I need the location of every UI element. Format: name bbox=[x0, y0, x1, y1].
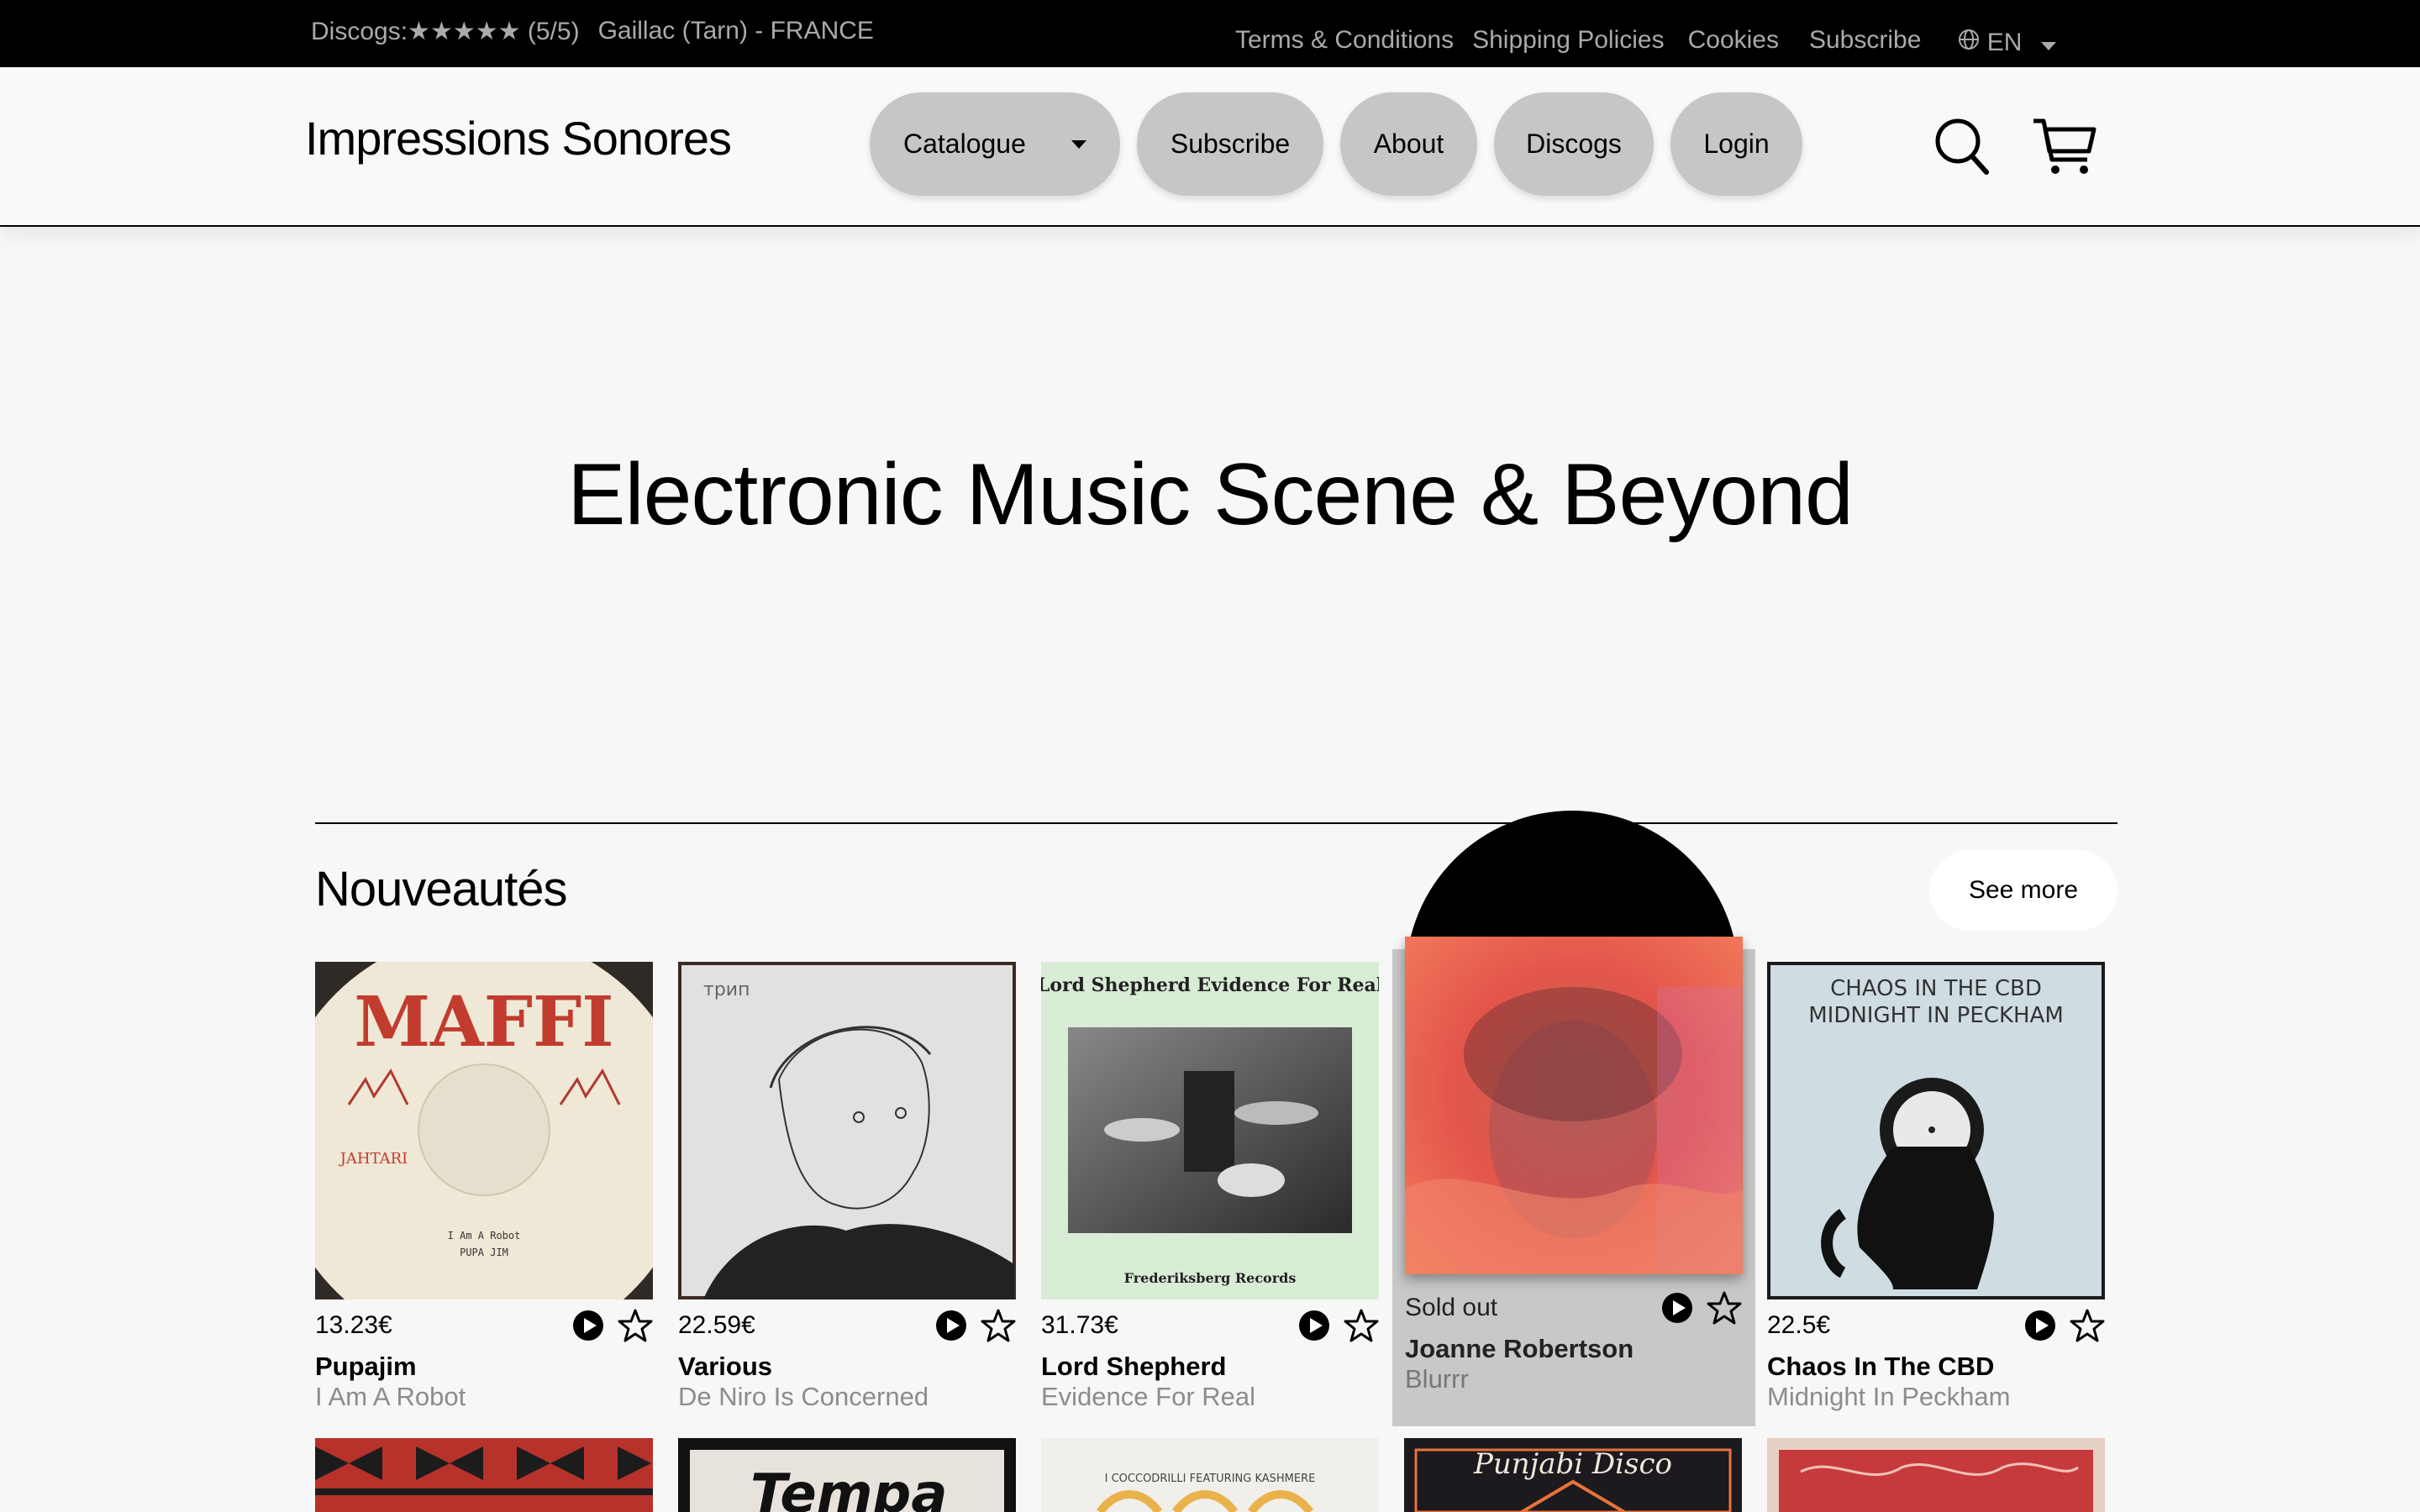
album-cover-image bbox=[315, 1438, 653, 1512]
top-bar-left: Discogs:★★★★★ (5/5) Gaillac (Tarn) - FRA… bbox=[311, 17, 874, 46]
product-card[interactable]: трип 22.59€ Various De Niro Is Concerned bbox=[678, 962, 1016, 1415]
product-title[interactable]: De Niro Is Concerned bbox=[678, 1382, 929, 1412]
terms-link[interactable]: Terms & Conditions bbox=[1235, 26, 1454, 55]
svg-text:трип: трип bbox=[703, 979, 750, 1000]
product-card-sold-out[interactable]: Sold out Joanne Robertson Blurrr bbox=[1392, 937, 1755, 1426]
album-cover-image: CHAOS IN THE CBD MIDNIGHT IN PECKHAM bbox=[1767, 962, 2105, 1299]
chevron-down-icon bbox=[1071, 139, 1086, 149]
globe-icon bbox=[1959, 29, 1980, 50]
brand-logo[interactable]: Impressions Sonores bbox=[305, 111, 732, 165]
product-artist[interactable]: Chaos In The CBD bbox=[1767, 1352, 1994, 1382]
top-bar: Discogs:★★★★★ (5/5) Gaillac (Tarn) - FRA… bbox=[0, 0, 2420, 67]
svg-text:CHAOS IN THE CBD: CHAOS IN THE CBD bbox=[1830, 976, 2042, 1001]
svg-text:MIDNIGHT IN PECKHAM: MIDNIGHT IN PECKHAM bbox=[1808, 1003, 2064, 1028]
product-price: 31.73€ bbox=[1041, 1311, 1118, 1339]
product-artist[interactable]: Lord Shepherd bbox=[1041, 1352, 1226, 1382]
star-icon[interactable] bbox=[2070, 1308, 2105, 1343]
record-label-image: MAFFI JAHTARI I Am A Robot PUPA JIM bbox=[315, 962, 653, 1299]
svg-text:JAHTARI: JAHTARI bbox=[339, 1150, 408, 1168]
svg-text:Tempa: Tempa bbox=[750, 1463, 948, 1512]
site-header: Impressions Sonores Catalogue Subscribe … bbox=[0, 67, 2420, 227]
section-divider bbox=[315, 822, 2118, 824]
product-card[interactable]: Lord Shepherd Evidence For Real Frederik… bbox=[1041, 962, 1379, 1415]
language-label: EN bbox=[1986, 29, 2023, 56]
product-cover[interactable] bbox=[1405, 937, 1743, 1274]
product-artist[interactable]: Various bbox=[678, 1352, 772, 1382]
discogs-rating[interactable]: Discogs:★★★★★ (5/5) bbox=[311, 17, 580, 46]
product-cover[interactable] bbox=[315, 1438, 653, 1512]
sold-out-label: Sold out bbox=[1405, 1294, 1498, 1321]
product-cover[interactable]: Tempa bbox=[678, 1438, 1016, 1512]
product-price: 22.5€ bbox=[1767, 1311, 1831, 1339]
product-title[interactable]: Midnight In Peckham bbox=[1767, 1382, 2010, 1412]
album-cover-image: Lord Shepherd Evidence For Real Frederik… bbox=[1041, 962, 1379, 1299]
language-selector[interactable]: EN bbox=[1958, 24, 2056, 57]
svg-text:Punjabi Disco: Punjabi Disco bbox=[1473, 1447, 1672, 1481]
svg-text:MAFFI: MAFFI bbox=[354, 982, 613, 1063]
login-button[interactable]: Login bbox=[1670, 92, 1802, 196]
product-cover[interactable]: MAFFI JAHTARI I Am A Robot PUPA JIM bbox=[315, 962, 653, 1299]
album-cover-image: трип bbox=[678, 962, 1016, 1299]
svg-text:Frederiksberg Records: Frederiksberg Records bbox=[1124, 1270, 1297, 1286]
about-button[interactable]: About bbox=[1340, 92, 1477, 196]
rating-text: (5/5) bbox=[527, 18, 580, 45]
catalogue-dropdown[interactable]: Catalogue bbox=[870, 92, 1120, 196]
product-cover[interactable]: CHAOS IN THE CBD MIDNIGHT IN PECKHAM bbox=[1767, 962, 2105, 1299]
location-text: Gaillac (Tarn) - FRANCE bbox=[597, 17, 874, 45]
catalogue-label: Catalogue bbox=[903, 129, 1026, 159]
svg-text:I COCCODRILLI FEATURING KASHME: I COCCODRILLI FEATURING KASHMERE bbox=[1105, 1473, 1316, 1485]
product-title[interactable]: Blurrr bbox=[1405, 1364, 1469, 1394]
svg-text:Lord Shepherd Evidence For R: Lord Shepherd Evidence For Real bbox=[1041, 974, 1379, 996]
product-artist[interactable]: Joanne Robertson bbox=[1405, 1334, 1634, 1364]
product-title[interactable]: I Am A Robot bbox=[315, 1382, 466, 1412]
subscribe-button[interactable]: Subscribe bbox=[1137, 92, 1323, 196]
product-artist[interactable]: Pupajim bbox=[315, 1352, 417, 1382]
product-title[interactable]: Evidence For Real bbox=[1041, 1382, 1255, 1412]
play-icon[interactable] bbox=[1298, 1310, 1330, 1341]
play-icon[interactable] bbox=[572, 1310, 604, 1341]
product-card[interactable]: CHAOS IN THE CBD MIDNIGHT IN PECKHAM 22.… bbox=[1767, 962, 2105, 1415]
svg-text:PUPA JIM: PUPA JIM bbox=[460, 1247, 508, 1258]
product-price: 22.59€ bbox=[678, 1311, 755, 1339]
album-cover-image bbox=[1767, 1438, 2105, 1512]
product-cover[interactable]: Punjabi Disco bbox=[1404, 1438, 1742, 1512]
star-icon[interactable] bbox=[618, 1308, 653, 1343]
play-icon[interactable] bbox=[1661, 1292, 1693, 1324]
album-cover-image: Punjabi Disco bbox=[1404, 1438, 1742, 1512]
product-cover[interactable]: I COCCODRILLI FEATURING KASHMERE bbox=[1041, 1438, 1379, 1512]
svg-text:I Am A Robot: I Am A Robot bbox=[448, 1230, 521, 1242]
album-cover-image: Tempa bbox=[678, 1438, 1016, 1512]
subscribe-link[interactable]: Subscribe bbox=[1809, 26, 1921, 55]
product-price: 13.23€ bbox=[315, 1311, 392, 1339]
rating-stars: ★★★★★ bbox=[408, 18, 521, 45]
star-icon[interactable] bbox=[1344, 1308, 1379, 1343]
product-cover[interactable]: трип bbox=[678, 962, 1016, 1299]
cookies-link[interactable]: Cookies bbox=[1688, 26, 1779, 55]
star-icon[interactable] bbox=[1707, 1290, 1742, 1326]
album-cover-image bbox=[1405, 937, 1743, 1274]
play-icon[interactable] bbox=[2024, 1310, 2056, 1341]
album-cover-image: I COCCODRILLI FEATURING KASHMERE bbox=[1041, 1438, 1379, 1512]
product-cover[interactable]: Lord Shepherd Evidence For Real Frederik… bbox=[1041, 962, 1379, 1299]
see-more-button[interactable]: See more bbox=[1929, 850, 2118, 931]
play-icon[interactable] bbox=[935, 1310, 967, 1341]
top-bar-links: Terms & Conditions Shipping Policies Coo… bbox=[1235, 24, 2056, 57]
main-nav: Catalogue Subscribe About Discogs Login bbox=[870, 92, 1802, 196]
star-icon[interactable] bbox=[981, 1308, 1016, 1343]
hero-title: Electronic Music Scene & Beyond bbox=[567, 446, 1854, 543]
section-title: Nouveautés bbox=[315, 862, 568, 916]
discogs-label: Discogs: bbox=[311, 18, 408, 45]
chevron-down-icon bbox=[2040, 42, 2056, 50]
product-card[interactable]: MAFFI JAHTARI I Am A Robot PUPA JIM 13.2… bbox=[315, 962, 653, 1415]
shipping-link[interactable]: Shipping Policies bbox=[1472, 26, 1664, 55]
cart-icon[interactable] bbox=[2032, 116, 2097, 176]
search-icon[interactable] bbox=[1934, 118, 1990, 176]
discogs-button[interactable]: Discogs bbox=[1494, 92, 1654, 196]
product-cover[interactable] bbox=[1767, 1438, 2105, 1512]
